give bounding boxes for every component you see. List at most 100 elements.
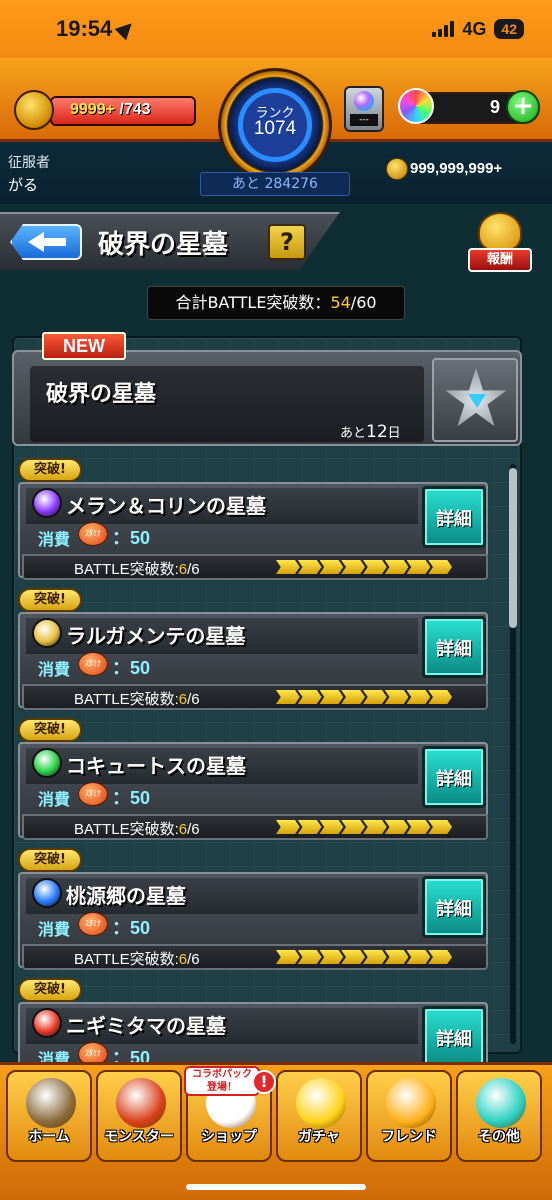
breakthrough-tag: 突破! [18,978,82,1002]
quest-name: メラン＆コリンの星墓 [66,494,266,518]
new-badge: NEW [42,332,126,360]
total-breakthrough-max: /60 [350,293,377,312]
progress-current: 6 [178,691,188,708]
promo-text: コラボパック 登場！ [192,1069,252,1093]
progress-chevron [406,820,431,834]
progress-bar [276,820,452,834]
progress-chevron [428,950,452,964]
progress-chevron [276,690,300,704]
progress-chevron [384,690,409,704]
progress-chevron [341,820,365,834]
event-remaining-suffix: 日 [387,426,401,441]
orb-device-icon[interactable]: --- [344,86,384,132]
progress-label: BATTLE突破数: [74,951,179,968]
cost-value: ：50 [112,788,151,808]
progress-chevron [363,560,387,574]
progress-chevron [319,820,344,834]
nav-label: その他 [478,1129,520,1145]
breakthrough-tag: 突破! [18,458,82,482]
detail-button[interactable]: 詳細 [422,1006,486,1068]
progress-current: 6 [178,821,188,838]
progress-text: BATTLE突破数:6/6 [74,948,200,969]
stamina-cost-icon: ｽﾀﾐﾅ [78,652,108,676]
cost-label: 消費 [38,920,71,939]
stamina-readout: 9999+ /743 [70,101,151,119]
quest-item[interactable]: 突破! 桃源郷の星墓 消費 ｽﾀﾐﾅ ：50 詳細 BATTLE突破数:6/6 [18,848,492,970]
progress-chevron [276,560,300,574]
detail-button[interactable]: 詳細 [422,876,486,938]
progress-chevron [297,820,322,834]
breakthrough-tag: 突破! [18,718,82,742]
nav-item-monster[interactable]: モンスター [96,1070,182,1162]
progress-max: /6 [187,821,200,838]
progress-chevron [276,820,300,834]
battery-icon: 42 [494,19,524,39]
element-attribute-icon [32,488,62,518]
nav-item-gacha[interactable]: ガチャ [276,1070,362,1162]
detail-button[interactable]: 詳細 [422,746,486,808]
breakthrough-tag: 突破! [18,588,82,612]
progress-chevron [297,690,322,704]
cost-label: 消費 [38,790,71,809]
stamina-cost-icon: ｽﾀﾐﾅ [78,522,108,546]
progress-chevron [428,690,452,704]
event-remaining-days: 12 [366,422,388,442]
progress-chevron [319,950,344,964]
event-emblem [432,358,518,442]
help-button[interactable]: ? [268,224,306,260]
monster-icon [116,1078,166,1128]
detail-button[interactable]: 詳細 [422,616,486,678]
buy-orb-button[interactable]: + [506,90,540,124]
progress-chevron [297,560,322,574]
progress-chevron [276,950,300,964]
quest-item[interactable]: 突破! コキュートスの星墓 消費 ｽﾀﾐﾅ ：50 詳細 BATTLE突破数:6/6 [18,718,492,840]
detail-button[interactable]: 詳細 [422,486,486,548]
quest-name: ラルガメンテの星墓 [66,624,246,648]
coin-icon [386,158,408,180]
scrollbar-thumb[interactable] [509,468,517,628]
promo-bubble: コラボパック 登場！ [184,1066,260,1096]
progress-chevron [341,690,365,704]
coin-value: 999,999,999+ [410,160,503,177]
player-name: がる [8,176,39,194]
total-breakthrough: 合計BATTLE突破数：54/60 [147,286,405,320]
progress-label: BATTLE突破数: [74,821,179,838]
progress-label: BATTLE突破数: [74,561,179,578]
quest-item[interactable]: 突破! ラルガメンテの星墓 消費 ｽﾀﾐﾅ ：50 詳細 BATTLE突破数:6/6 [18,588,492,710]
nav-label: フレンド [381,1129,437,1145]
cost-value: ：50 [112,918,151,938]
progress-text: BATTLE突破数:6/6 [74,558,200,579]
alert-icon: ! [252,1070,276,1094]
nav-item-home[interactable]: ホーム [6,1070,92,1162]
progress-label: BATTLE突破数: [74,691,179,708]
nav-label: ショップ [201,1129,257,1145]
progress-chevron [363,690,387,704]
progress-max: /6 [187,691,200,708]
progress-bar [276,950,452,964]
progress-chevron [406,690,431,704]
progress-chevron [384,950,409,964]
cost-value: ：50 [112,528,151,548]
nav-item-other[interactable]: その他 [456,1070,542,1162]
quest-item[interactable]: 突破! メラン＆コリンの星墓消費 ｽﾀﾐﾅ ：50 詳細 BATTLE突破数:6/6 [18,458,492,580]
progress-current: 6 [178,951,188,968]
breakthrough-tag: 突破! [18,848,82,872]
nav-item-friend[interactable]: フレンド [366,1070,452,1162]
total-breakthrough-current: 54 [330,293,351,312]
progress-chevron [363,820,387,834]
progress-chevron [428,820,452,834]
orb-device-screen: --- [350,114,378,126]
orb-count: 9 [489,97,500,117]
location-arrow-icon [114,17,138,41]
stamina-max: /743 [119,101,151,118]
back-arrow-tail [42,238,66,246]
total-breakthrough-label: 合計BATTLE突破数： [175,293,331,312]
reward-button[interactable]: 報酬 [464,212,536,274]
stamina-cost-icon: ｽﾀﾐﾅ [78,912,108,936]
progress-chevron [384,820,409,834]
progress-chevron [341,950,365,964]
signal-icon [432,21,455,37]
cost-label: 消費 [38,530,71,549]
detail-label: 詳細 [436,1029,472,1050]
stamina-cost-icon: ｽﾀﾐﾅ [78,782,108,806]
